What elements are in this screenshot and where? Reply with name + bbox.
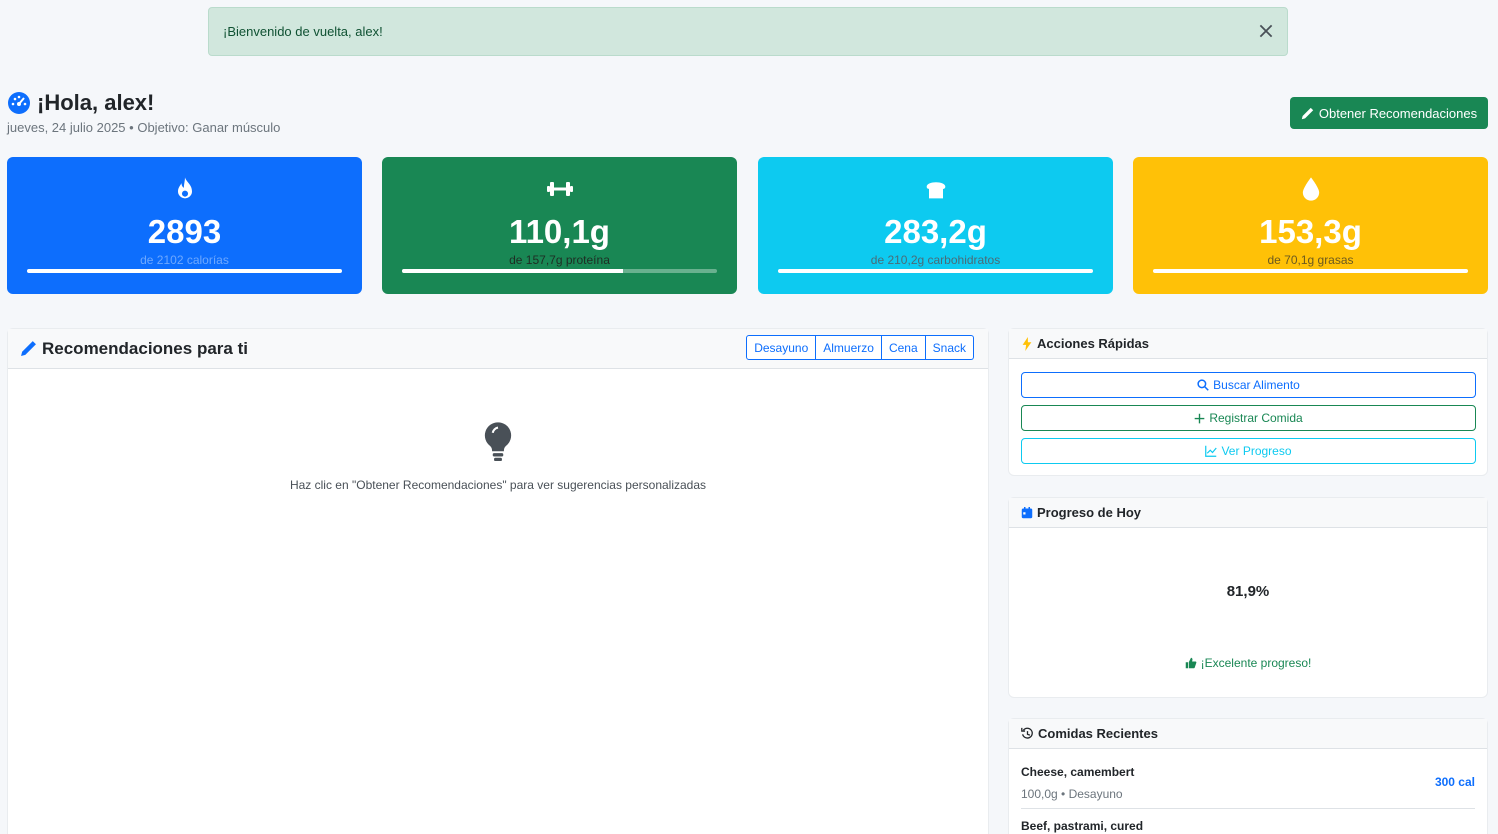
quick-actions-header: Acciones Rápidas: [1009, 329, 1487, 359]
pencil-icon: [21, 341, 36, 356]
history-icon: [1021, 727, 1033, 739]
meal-name: Cheese, camembert: [1021, 765, 1135, 779]
recent-meal-item[interactable]: Cheese, camembert 100,0g • Desayuno 300 …: [1021, 765, 1475, 809]
view-progress-button[interactable]: Ver Progreso: [1021, 438, 1476, 464]
protein-progress-fill: [402, 269, 623, 273]
fats-progress-fill: [1153, 269, 1468, 273]
fats-value: 153,3g: [1259, 213, 1362, 250]
recent-meals-header: Comidas Recientes: [1009, 719, 1487, 749]
calories-target: de 2102 calorías: [140, 253, 229, 267]
fats-card: 153,3g de 70,1g grasas: [1133, 157, 1488, 294]
progress-message-text: ¡Excelente progreso!: [1200, 656, 1312, 670]
carbs-progress-fill: [778, 269, 1093, 273]
protein-card: 110,1g de 157,7g proteína: [382, 157, 737, 294]
bread-icon: [926, 182, 945, 199]
protein-progress-bar: [402, 269, 717, 273]
page-header: ¡Hola, alex!: [7, 90, 154, 116]
recommendations-title: Recomendaciones para ti: [42, 338, 248, 358]
today-progress-title: Progreso de Hoy: [1037, 505, 1142, 520]
recommendations-header: Recomendaciones para ti Desayuno Almuerz…: [8, 329, 988, 369]
meal-calories: 300 cal: [1434, 775, 1475, 789]
separator: •: [129, 120, 134, 135]
meal-filter-group: Desayuno Almuerzo Cena Snack: [746, 335, 974, 360]
alert-message: ¡Bienvenido de vuelta, alex!: [223, 24, 383, 39]
log-meal-label: Registrar Comida: [1209, 411, 1303, 425]
fats-progress-bar: [1153, 269, 1468, 273]
recent-meals-title: Comidas Recientes: [1038, 726, 1158, 741]
meal-meta: 100,0g • Desayuno: [1021, 787, 1123, 801]
meal-filter-cena[interactable]: Cena: [881, 335, 926, 360]
progress-percentage: 81,9%: [1226, 583, 1270, 600]
lightbulb-icon: [484, 422, 512, 462]
meal-filter-desayuno[interactable]: Desayuno: [746, 335, 817, 360]
plus-icon: [1195, 413, 1205, 423]
recommendations-empty-state: Haz clic en "Obtener Recomendaciones" pa…: [8, 421, 988, 492]
protein-value: 110,1g: [509, 213, 610, 250]
thumbs-up-icon: [1185, 657, 1197, 669]
droplet-icon: [1302, 177, 1319, 201]
protein-target: de 157,7g proteína: [509, 253, 610, 267]
pencil-icon: [1301, 107, 1314, 119]
recent-meals-card: Comidas Recientes Cheese, camembert 100,…: [1008, 718, 1488, 834]
log-meal-button[interactable]: Registrar Comida: [1021, 405, 1476, 431]
recommendations-card: Recomendaciones para ti Desayuno Almuerz…: [7, 328, 989, 834]
search-food-button[interactable]: Buscar Alimento: [1021, 372, 1476, 398]
welcome-alert: ¡Bienvenido de vuelta, alex!: [208, 7, 1288, 56]
meal-filter-snack[interactable]: Snack: [925, 335, 974, 360]
fats-target: de 70,1g grasas: [1267, 253, 1354, 267]
chart-line-icon: [1205, 445, 1218, 457]
calories-value: 2893: [147, 213, 222, 250]
goal-text: Objetivo: Ganar músculo: [137, 120, 281, 135]
carbs-target: de 210,2g carbohidratos: [870, 253, 1001, 267]
quick-actions-card: Acciones Rápidas Buscar Alimento Registr…: [1008, 328, 1488, 476]
current-date: jueves, 24 julio 2025: [7, 120, 126, 135]
fire-icon: [177, 177, 192, 199]
calories-card: 2893 de 2102 calorías: [7, 157, 362, 294]
get-recommendations-button[interactable]: Obtener Recomendaciones: [1290, 97, 1488, 129]
dumbbell-icon: [546, 182, 573, 196]
meal-filter-almuerzo[interactable]: Almuerzo: [816, 335, 882, 360]
progress-message: ¡Excelente progreso!: [1009, 656, 1487, 670]
carbs-card: 283,2g de 210,2g carbohidratos: [758, 157, 1113, 294]
speedometer-icon: [8, 92, 30, 114]
get-recommendations-label: Obtener Recomendaciones: [1318, 105, 1478, 121]
calories-progress-fill: [27, 269, 342, 273]
search-icon: [1197, 379, 1209, 391]
quick-actions-title: Acciones Rápidas: [1037, 336, 1149, 351]
recent-meal-item[interactable]: Beef, pastrami, cured: [1021, 819, 1475, 833]
calendar-icon: [1021, 506, 1033, 518]
empty-state-text: Haz clic en "Obtener Recomendaciones" pa…: [289, 478, 707, 492]
date-goal-line: jueves, 24 julio 2025 • Objetivo: Ganar …: [7, 120, 280, 135]
view-progress-label: Ver Progreso: [1221, 444, 1292, 458]
meal-name: Beef, pastrami, cured: [1021, 819, 1144, 833]
calories-progress-bar: [27, 269, 342, 273]
today-progress-card: Progreso de Hoy 81,9% ¡Excelente progres…: [1008, 497, 1488, 698]
close-icon[interactable]: [1257, 22, 1275, 40]
carbs-progress-bar: [778, 269, 1093, 273]
search-food-label: Buscar Alimento: [1213, 378, 1300, 392]
lightning-icon: [1022, 336, 1032, 351]
today-progress-header: Progreso de Hoy: [1009, 498, 1487, 528]
page-title: ¡Hola, alex!: [37, 90, 155, 115]
carbs-value: 283,2g: [884, 213, 987, 250]
